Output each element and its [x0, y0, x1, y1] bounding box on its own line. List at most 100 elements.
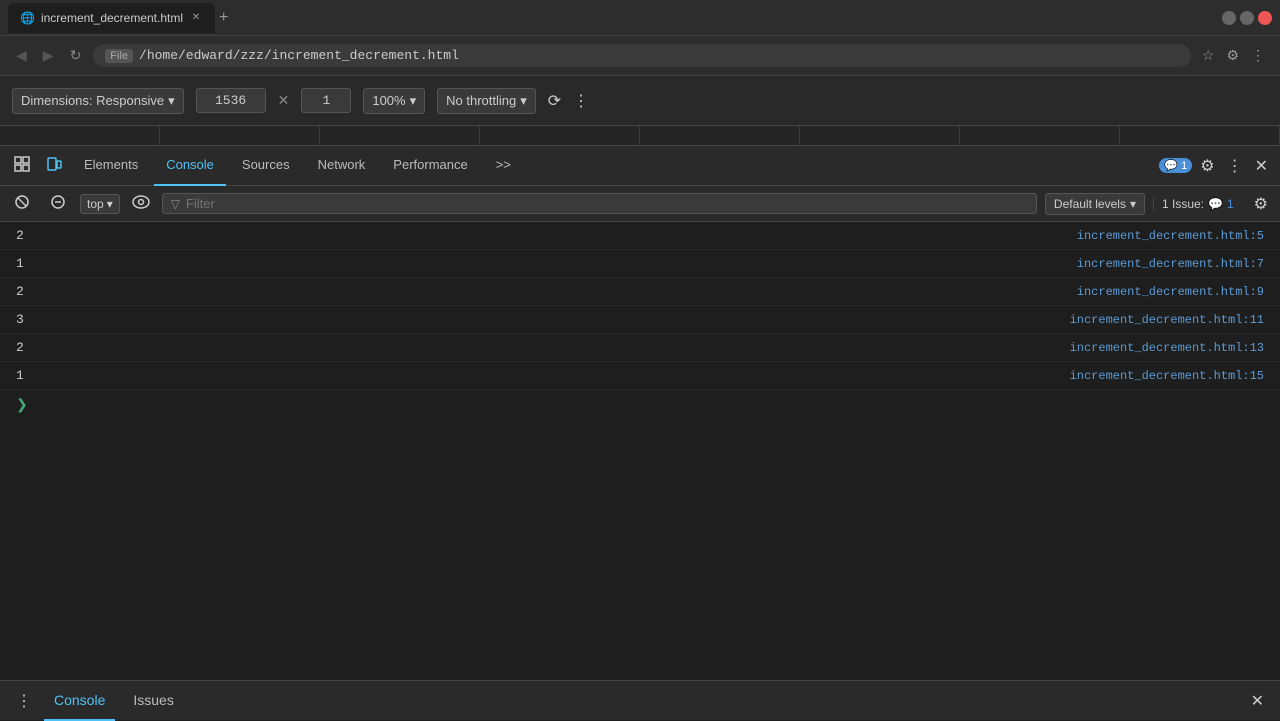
issues-label: 1 Issue: [1162, 197, 1204, 211]
console-prompt[interactable]: ❯ [0, 390, 1280, 418]
toolbar-right: ☆ ⚙ ⋮ [1199, 44, 1268, 67]
ruler-segment-7 [960, 126, 1120, 145]
devtools-toggle-button[interactable]: ⚙ [1223, 44, 1242, 67]
tab-close-button[interactable]: ✕ [189, 11, 203, 25]
console-source[interactable]: increment_decrement.html:5 [1077, 229, 1264, 243]
tab-bar: 🌐 increment_decrement.html ✕ + [8, 3, 1214, 33]
tab-elements[interactable]: Elements [72, 146, 150, 186]
levels-label: Default levels [1054, 197, 1126, 211]
console-row: 3 increment_decrement.html:11 [0, 306, 1280, 334]
dimensions-label: Dimensions: Responsive [21, 93, 164, 108]
filter-icon: ▽ [171, 197, 180, 211]
menu-button[interactable]: ⋮ [1248, 44, 1268, 67]
throttle-chevron-icon: ▾ [520, 93, 527, 109]
console-output: 2 increment_decrement.html:5 1 increment… [0, 222, 1280, 680]
ruler-bar [0, 126, 1280, 146]
devtools-more-button[interactable]: ⋮ [1223, 152, 1247, 180]
back-button[interactable]: ◀ [12, 43, 31, 68]
console-row: 2 increment_decrement.html:13 [0, 334, 1280, 362]
devtools-responsive-bar: Dimensions: Responsive ▾ ✕ 100% ▾ No thr… [0, 76, 1280, 126]
browser-titlebar: 🌐 increment_decrement.html ✕ + [0, 0, 1280, 36]
rotate-button[interactable]: ⟳ [548, 91, 561, 111]
issues-badge: 1 Issue: 💬 1 [1153, 197, 1242, 211]
bookmark-button[interactable]: ☆ [1199, 44, 1218, 67]
minimize-button[interactable] [1222, 11, 1236, 25]
console-value: 1 [16, 256, 24, 271]
tab-performance[interactable]: Performance [381, 146, 479, 186]
tab-sources-label: Sources [242, 157, 290, 172]
console-toolbar: top ▾ ▽ Default levels ▾ 1 Issue: 💬 1 ⚙ [0, 186, 1280, 222]
ruler-segment-1 [0, 126, 160, 145]
console-source[interactable]: increment_decrement.html:11 [1070, 313, 1264, 327]
ruler-segment-4 [480, 126, 640, 145]
console-value: 3 [16, 312, 24, 327]
address-field[interactable]: File /home/edward/zzz/increment_decremen… [93, 44, 1191, 67]
width-input[interactable] [196, 88, 266, 113]
tab-sources[interactable]: Sources [230, 146, 302, 186]
maximize-button[interactable] [1240, 11, 1254, 25]
filter-input[interactable] [186, 196, 1028, 211]
console-row: 2 increment_decrement.html:9 [0, 278, 1280, 306]
context-chevron-icon: ▾ [107, 197, 113, 211]
browser-tab[interactable]: 🌐 increment_decrement.html ✕ [8, 3, 215, 33]
levels-select[interactable]: Default levels ▾ [1045, 193, 1145, 215]
device-toolbar-button[interactable] [40, 152, 68, 179]
message-icon: 💬 [1164, 159, 1178, 172]
console-value: 2 [16, 228, 24, 243]
levels-chevron-icon: ▾ [1130, 197, 1136, 211]
tab-more-button[interactable]: >> [484, 146, 523, 186]
context-select[interactable]: top ▾ [80, 194, 120, 214]
console-settings-button[interactable]: ⚙ [1250, 190, 1272, 218]
issues-count: 1 [1227, 197, 1234, 211]
element-picker-button[interactable] [8, 152, 36, 179]
tab-console[interactable]: Console [154, 146, 226, 186]
clear-console-button[interactable] [8, 190, 36, 217]
clear-on-nav-button[interactable] [44, 190, 72, 217]
ruler-segment-3 [320, 126, 480, 145]
tab-performance-label: Performance [393, 157, 467, 172]
context-label: top [87, 197, 104, 211]
close-window-button[interactable] [1258, 11, 1272, 25]
address-bar: ◀ ▶ ↻ File /home/edward/zzz/increment_de… [0, 36, 1280, 76]
ruler-segment-8 [1120, 126, 1280, 145]
tab-network[interactable]: Network [306, 146, 378, 186]
bottom-more-button[interactable]: ⋮ [12, 687, 36, 715]
message-badge: 💬 1 [1159, 158, 1192, 173]
responsive-more-button[interactable]: ⋮ [573, 91, 589, 111]
tab-icon: 🌐 [20, 11, 35, 25]
devtools-panel: Elements Console Sources Network Perform… [0, 146, 1280, 680]
bottom-close-button[interactable]: ✕ [1247, 687, 1268, 715]
tab-right-controls: 💬 1 ⚙ ⋮ ✕ [1159, 152, 1272, 180]
message-icon-small: 💬 [1208, 197, 1223, 211]
devtools-close-button[interactable]: ✕ [1251, 152, 1272, 180]
console-value: 2 [16, 340, 24, 355]
zoom-select[interactable]: 100% ▾ [363, 88, 425, 114]
bottom-issues-label: Issues [133, 692, 173, 708]
ruler-segment-5 [640, 126, 800, 145]
forward-button[interactable]: ▶ [39, 43, 58, 68]
dimension-separator: ✕ [278, 92, 290, 109]
console-row: 1 increment_decrement.html:7 [0, 250, 1280, 278]
message-count: 1 [1181, 160, 1187, 172]
prompt-arrow: ❯ [16, 396, 28, 413]
bottom-tab-issues[interactable]: Issues [123, 681, 183, 721]
new-tab-button[interactable]: + [219, 9, 228, 27]
tab-console-label: Console [166, 157, 214, 172]
throttle-label: No throttling [446, 93, 516, 108]
console-value: 2 [16, 284, 24, 299]
bottom-tab-console[interactable]: Console [44, 681, 115, 721]
refresh-button[interactable]: ↻ [66, 43, 86, 68]
dimensions-select[interactable]: Dimensions: Responsive ▾ [12, 88, 184, 114]
tab-elements-label: Elements [84, 157, 138, 172]
zoom-chevron-icon: ▾ [410, 93, 417, 109]
console-row: 2 increment_decrement.html:5 [0, 222, 1280, 250]
devtools-tabs: Elements Console Sources Network Perform… [0, 146, 1280, 186]
live-expressions-button[interactable] [128, 191, 154, 216]
console-source[interactable]: increment_decrement.html:15 [1070, 369, 1264, 383]
devtools-settings-button[interactable]: ⚙ [1196, 152, 1218, 180]
console-source[interactable]: increment_decrement.html:13 [1070, 341, 1264, 355]
console-source[interactable]: increment_decrement.html:7 [1077, 257, 1264, 271]
height-input[interactable] [301, 88, 351, 113]
throttle-select[interactable]: No throttling ▾ [437, 88, 536, 114]
console-source[interactable]: increment_decrement.html:9 [1077, 285, 1264, 299]
